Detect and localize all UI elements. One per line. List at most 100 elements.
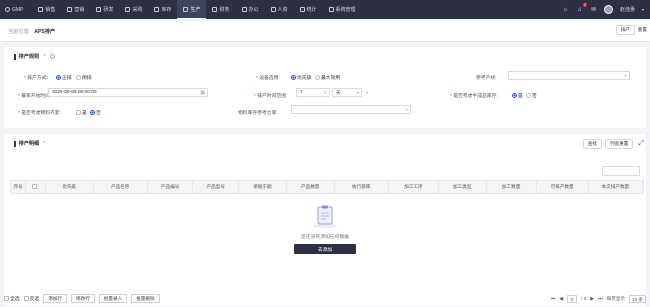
column-header: 优先级 <box>46 180 94 194</box>
header-select-checkbox[interactable] <box>26 180 46 194</box>
column-header: 加工数量 <box>487 180 537 194</box>
title-marker <box>14 53 16 60</box>
next-page-icon[interactable]: ▶ <box>590 296 594 302</box>
rules-title[interactable]: 排产规则 ⌃ i <box>14 53 55 60</box>
home-icon[interactable]: ⌂ <box>562 6 569 13</box>
calendar-icon[interactable]: ▦ <box>200 90 205 96</box>
nav-item-label: 财务 <box>219 7 230 13</box>
sort-backward-radio[interactable]: 倒排 <box>76 74 92 81</box>
semi-inventory-no-radio[interactable]: 否 <box>526 92 537 99</box>
material-warehouse-label: 物料库存参考仓库: <box>238 111 278 116</box>
table-footer: 全选 反选 添加行 修改行 批量录入 批量删除 ⏮ ◀ 0 / 0 ▶ ⏭ 每页… <box>0 290 650 307</box>
nav-item-label: 办公 <box>248 7 259 13</box>
material-yes-checkbox[interactable]: 是 <box>76 109 87 116</box>
invert-select-checkbox[interactable]: 反选 <box>23 295 39 302</box>
empty-state: 您还没有添加任何数据 去添加 <box>0 204 650 254</box>
batch-entry-button[interactable]: 批量录入 <box>98 294 128 303</box>
material-label: * 是否考虑物料齐套: <box>18 111 61 116</box>
column-header: 序号 <box>11 180 27 194</box>
nav-item-label: 人资 <box>277 7 288 13</box>
page-size-select[interactable]: 10 条 <box>629 294 646 303</box>
start-time-input[interactable]: 2025-08-08 08:00:00 ▦ <box>48 88 208 97</box>
nav-item-label: 采购 <box>132 7 143 13</box>
app-logo-icon <box>5 7 10 12</box>
column-header: 加工工序 <box>389 180 439 194</box>
add-row-button[interactable]: 添加行 <box>43 294 68 303</box>
first-page-icon[interactable]: ⏮ <box>551 296 556 302</box>
nav-menu: 销售 营销 研发 采购 库存 生产 财务 办公 人资 统计 系统管理 <box>32 0 361 19</box>
nav-item-rd[interactable]: 研发 <box>90 0 119 19</box>
scheduling-rules-panel: 排产规则 ⌃ i * 排产方式: 正排 倒排 * 设备选用: 优先级 最大效用 … <box>4 47 646 128</box>
reset-button[interactable]: 重置 <box>637 25 647 35</box>
rd-icon <box>96 7 102 12</box>
message-icon[interactable]: ✉ <box>590 6 597 13</box>
schedule-detail-panel: 排产明细 ⌃ 查找 列宽重置 ⤢ 序号 优先级 产品名称 产品编号 产品型号 单据于期 产品… <box>4 134 646 306</box>
schedule-button[interactable]: 排产 <box>615 25 635 35</box>
device-priority-radio[interactable]: 优先级 <box>291 74 311 81</box>
nav-item-hr[interactable]: 人资 <box>265 0 294 19</box>
top-right-tools: ⌂ ♫ 2 ✉ 赵佳惠 ▾ <box>562 0 644 19</box>
production-icon <box>183 6 189 12</box>
username[interactable]: 赵佳惠 <box>620 6 635 13</box>
nav-item-label: 生产 <box>190 6 201 13</box>
nav-item-stats[interactable]: 统计 <box>294 0 323 19</box>
table-search-input[interactable] <box>602 166 640 176</box>
nav-item-label: 系统管理 <box>335 7 356 13</box>
page-size-label: 每页显示 <box>606 295 626 301</box>
nav-item-label: 库存 <box>161 7 172 13</box>
nav-item-finance[interactable]: 财务 <box>206 0 235 19</box>
material-warehouse-input[interactable]: ⌕ <box>291 105 411 114</box>
top-nav-bar: GMP 销售 营销 研发 采购 库存 生产 财务 办公 人资 统计 系统管理 ⌂ ♫ 2 ✉ 赵佳惠 … <box>0 0 650 19</box>
last-page-icon[interactable]: ⏭ <box>598 296 603 302</box>
table-header: 序号 优先级 产品名称 产品编号 产品型号 单据于期 产品数量 执行部库 加工工序 加工类型 加工数… <box>10 180 644 194</box>
collapse-chevron-icon[interactable]: ⌃ <box>42 54 46 60</box>
nav-logo[interactable]: GMP <box>0 0 29 19</box>
nav-item-production[interactable]: 生产 <box>177 0 207 19</box>
user-menu-chevron-icon[interactable]: ▾ <box>642 7 644 12</box>
expand-icon[interactable]: ⤢ <box>638 140 644 148</box>
search-icon[interactable]: ⌕ <box>624 73 627 79</box>
ref-line-label: 参考产线: <box>476 76 497 81</box>
range-input[interactable]: 7 ⇕ <box>296 88 330 97</box>
detail-title[interactable]: 排产明细 ⌃ <box>14 140 47 147</box>
device-label: * 设备选用: <box>256 76 280 81</box>
sort-method-label: * 排产方式: <box>24 76 48 81</box>
range-required-mark: * <box>366 92 368 97</box>
prev-page-icon[interactable]: ◀ <box>559 296 563 302</box>
nav-item-inventory[interactable]: 库存 <box>148 0 177 19</box>
batch-delete-button[interactable]: 批量删除 <box>131 294 160 303</box>
edit-row-button[interactable]: 修改行 <box>71 294 95 303</box>
nav-item-purchase[interactable]: 采购 <box>119 0 148 19</box>
search-icon[interactable]: ⌕ <box>405 107 408 113</box>
breadcrumb-current: APS排产 <box>34 28 56 35</box>
stepper-icon[interactable]: ⇕ <box>324 90 327 95</box>
reset-column-width-button[interactable]: 列宽重置 <box>605 139 634 149</box>
sort-forward-radio[interactable]: 正排 <box>56 74 72 81</box>
nav-item-marketing[interactable]: 营销 <box>61 0 90 19</box>
info-icon[interactable]: i <box>49 54 55 59</box>
hr-icon <box>270 7 276 12</box>
add-data-button[interactable]: 去添加 <box>294 244 356 254</box>
nav-item-label: 营销 <box>74 7 85 13</box>
nav-item-system[interactable]: 系统管理 <box>323 0 362 19</box>
column-header: 单据于期 <box>239 180 287 194</box>
collapse-chevron-icon[interactable]: ⌃ <box>42 141 46 147</box>
range-unit-select[interactable]: 天 ▾ <box>332 88 362 97</box>
ref-line-input[interactable]: ⌕ <box>508 71 630 80</box>
nav-item-office[interactable]: 办公 <box>236 0 265 19</box>
bell-icon[interactable]: ♫ 2 <box>576 3 587 13</box>
device-max-radio[interactable]: 最大效用 <box>315 74 340 81</box>
breadcrumb: 当前位置: APS排产 排产 重置 <box>0 21 650 42</box>
semi-inventory-label: * 是否考虑半成品库存: <box>450 94 498 99</box>
page-number-input[interactable]: 0 <box>567 294 578 303</box>
nav-item-sales[interactable]: 销售 <box>32 0 61 19</box>
column-header: 执行部库 <box>335 180 389 194</box>
material-no-radio[interactable]: 否 <box>90 109 101 116</box>
avatar[interactable] <box>603 5 613 14</box>
find-button[interactable]: 查找 <box>582 139 602 149</box>
column-header: 加工类型 <box>439 180 487 194</box>
rules-title-text: 排产规则 <box>18 54 40 60</box>
select-all-checkbox[interactable]: 全选 <box>4 295 20 302</box>
semi-inventory-yes-radio[interactable]: 是 <box>512 92 523 99</box>
breadcrumb-label: 当前位置: <box>8 28 31 35</box>
